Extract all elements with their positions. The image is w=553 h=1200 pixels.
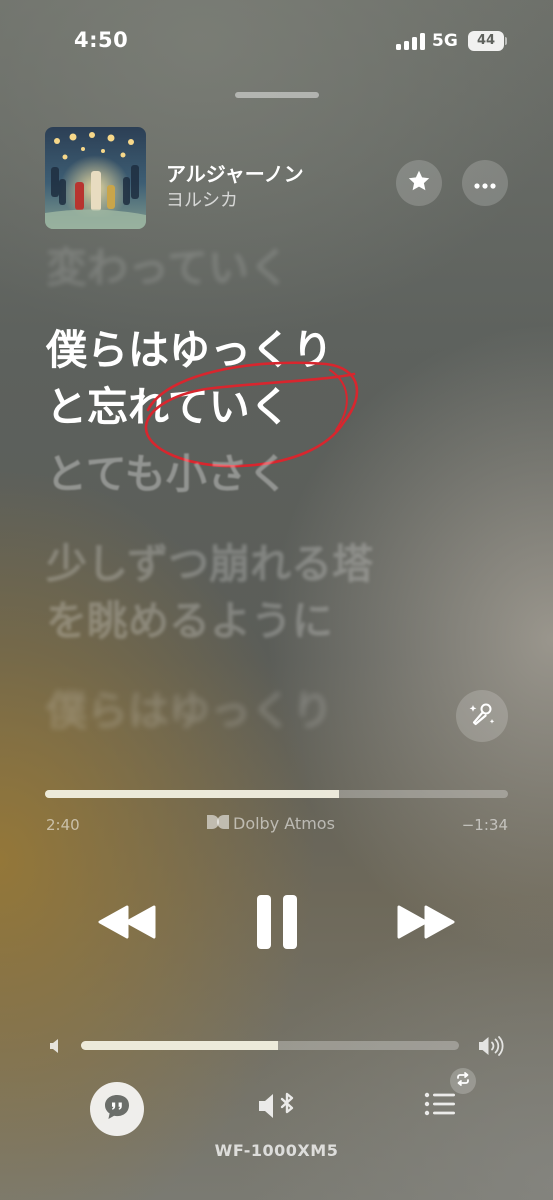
- battery-tip: [505, 37, 507, 45]
- battery-indicator: 44: [468, 31, 504, 51]
- fast-forward-icon: [396, 905, 456, 943]
- elapsed-time: 2:40: [46, 816, 80, 834]
- lyric-line-upcoming[interactable]: を眺めるように: [46, 593, 333, 650]
- pause-icon: [255, 893, 299, 955]
- lyric-line-upcoming[interactable]: とても小さく: [46, 446, 289, 503]
- lyrics-toggle-button[interactable]: [90, 1082, 144, 1136]
- network-type: 5G: [432, 31, 458, 51]
- pause-button[interactable]: [247, 892, 307, 956]
- cellular-signal-icon: [396, 33, 426, 50]
- song-title[interactable]: アルジャーノン: [166, 158, 304, 187]
- next-track-button[interactable]: [394, 895, 458, 953]
- remaining-time: −1:34: [461, 816, 508, 834]
- lyric-line-active[interactable]: 僕らはゆっくり: [46, 322, 333, 379]
- dolby-label: Dolby Atmos: [233, 814, 335, 833]
- album-artwork[interactable]: [45, 127, 146, 229]
- lyric-line-upcoming[interactable]: 僕らはゆっくり: [46, 683, 333, 740]
- more-options-button[interactable]: [462, 160, 508, 206]
- queue-button[interactable]: [420, 1086, 460, 1126]
- list-icon: [424, 1091, 456, 1121]
- playback-progress-fill: [45, 790, 339, 798]
- playback-scrubber[interactable]: [45, 790, 508, 798]
- volume-low-icon: [47, 1037, 65, 1055]
- lyric-line-active[interactable]: と忘れていく: [46, 379, 291, 436]
- volume-slider[interactable]: [81, 1041, 459, 1050]
- sheet-grabber[interactable]: [235, 92, 319, 98]
- favorite-button[interactable]: [396, 160, 442, 206]
- artist-name[interactable]: ヨルシカ: [166, 186, 238, 212]
- quote-bubble-icon: [102, 1092, 132, 1126]
- rewind-icon: [97, 905, 157, 943]
- status-time: 4:50: [74, 28, 129, 52]
- ellipsis-icon: [474, 174, 496, 193]
- sing-mode-button[interactable]: [456, 690, 508, 742]
- previous-track-button[interactable]: [95, 895, 159, 953]
- speaker-bluetooth-icon: [256, 1090, 298, 1126]
- audio-output-button[interactable]: [255, 1088, 299, 1128]
- dolby-icon: [207, 814, 229, 833]
- dolby-atmos-badge: Dolby Atmos: [207, 814, 335, 833]
- star-icon: [407, 169, 431, 197]
- volume-high-icon: [477, 1034, 507, 1058]
- microphone-sparkle-icon: [467, 699, 497, 733]
- output-device-name: WF-1000XM5: [214, 1141, 339, 1160]
- lyric-line-upcoming[interactable]: 少しずつ崩れる塔: [46, 536, 373, 593]
- lyric-line-previous[interactable]: 変わっていく: [46, 240, 290, 297]
- volume-level-fill: [81, 1041, 278, 1050]
